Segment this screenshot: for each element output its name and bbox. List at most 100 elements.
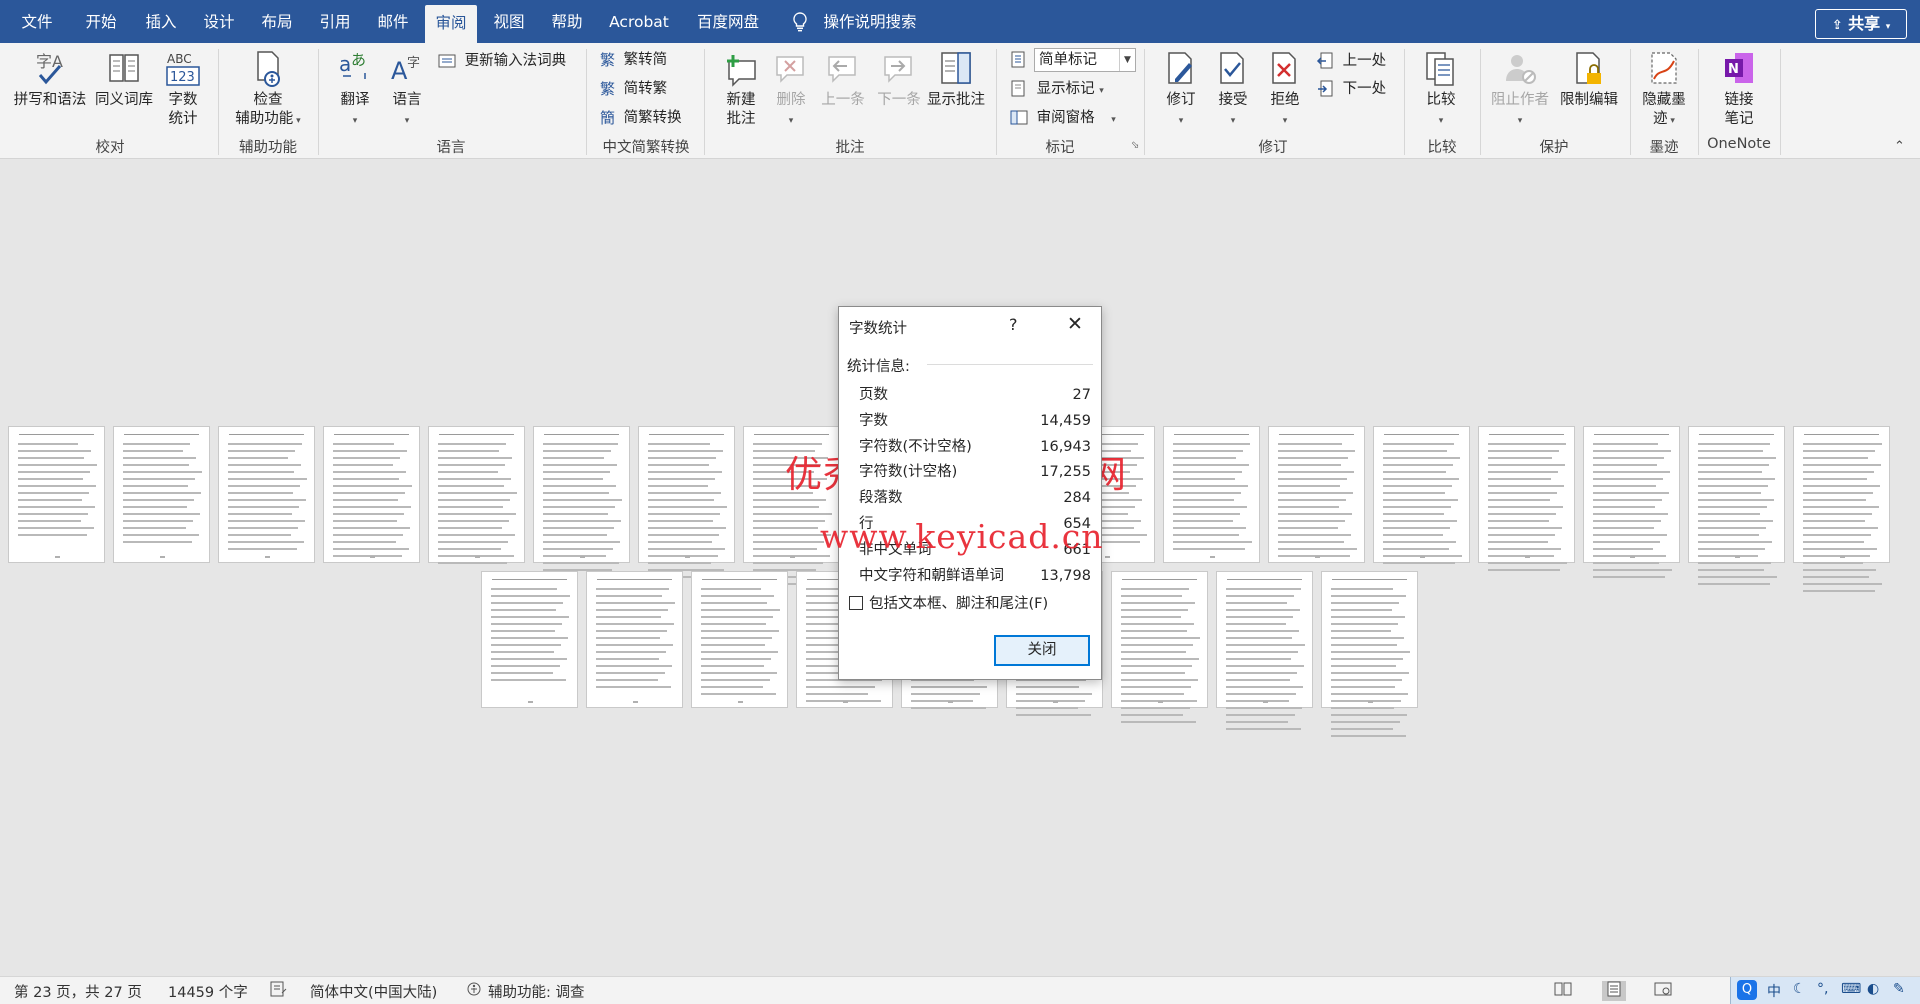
- chinese-conversion-button[interactable]: 簡 简繁转换: [600, 106, 682, 130]
- markup-view-select[interactable]: 简单标记 ▼: [1034, 48, 1136, 72]
- page-thumbnail[interactable]: [8, 426, 105, 563]
- page-thumbnail[interactable]: [1111, 571, 1208, 723]
- review-pane-button[interactable]: 审阅窗格 ▾: [1010, 106, 1116, 130]
- dialog-launcher-icon[interactable]: ⬂: [1131, 140, 1139, 151]
- text-line: [1278, 541, 1344, 543]
- page-thumbnail[interactable]: [638, 426, 735, 578]
- text-line: [543, 513, 608, 515]
- punctuation-icon[interactable]: °,: [1817, 981, 1828, 997]
- group-label-onenote: OneNote: [1707, 136, 1771, 152]
- tab-1[interactable]: 开始: [82, 0, 120, 43]
- page-thumbnail[interactable]: [533, 426, 630, 571]
- checkbox[interactable]: [849, 596, 863, 610]
- update-ime-dictionary-button[interactable]: 更新输入法词典: [438, 49, 566, 73]
- linked-notes-button[interactable]: N 链接 笔记: [1710, 49, 1768, 129]
- accessibility-status[interactable]: 辅助功能: 调查: [488, 981, 585, 1002]
- simplified-to-traditional-button[interactable]: 繁 简转繁: [600, 77, 667, 101]
- tab-10[interactable]: Acrobat: [607, 0, 671, 43]
- page-thumbnail[interactable]: [1688, 426, 1785, 585]
- check-accessibility-button[interactable]: 检查 辅助功能 ▾: [226, 49, 310, 131]
- tab-3[interactable]: 设计: [200, 0, 238, 43]
- tab-5[interactable]: 引用: [316, 0, 354, 43]
- restrict-editing-button[interactable]: 限制编辑: [1554, 49, 1624, 110]
- help-icon[interactable]: ?: [1009, 315, 1018, 334]
- share-button[interactable]: ⇪ 共享 ▾: [1815, 9, 1907, 39]
- page-thumbnail[interactable]: [586, 571, 683, 708]
- new-comment-button[interactable]: 新建 批注: [716, 49, 766, 129]
- previous-comment-button[interactable]: 上一条: [816, 49, 870, 110]
- language-indicator[interactable]: 简体中文(中国大陆): [310, 981, 437, 1002]
- page-thumbnail[interactable]: [1583, 426, 1680, 578]
- tab-6[interactable]: 邮件: [374, 0, 412, 43]
- show-markup-button[interactable]: 显示标记 ▾: [1010, 77, 1104, 101]
- spelling-grammar-button[interactable]: 字A 拼写和语法: [10, 49, 90, 110]
- word-count-indicator[interactable]: 14459 个字: [168, 981, 248, 1002]
- text-line: [1488, 569, 1560, 571]
- hide-ink-button[interactable]: 隐藏墨 迹 ▾: [1636, 49, 1692, 131]
- text-line: [1121, 679, 1198, 681]
- settings-icon[interactable]: ✎: [1893, 981, 1905, 997]
- read-mode-icon[interactable]: [1554, 981, 1572, 1001]
- block-authors-button[interactable]: 阻止作者 ▾: [1486, 49, 1554, 131]
- print-layout-icon[interactable]: [1602, 981, 1626, 1001]
- next-comment-button[interactable]: 下一条: [872, 49, 926, 110]
- web-layout-icon[interactable]: [1654, 981, 1672, 1001]
- page-thumbnail[interactable]: [218, 426, 315, 563]
- reject-button[interactable]: 拒绝 ▾: [1260, 49, 1310, 131]
- previous-change-button[interactable]: 上一处: [1316, 49, 1386, 73]
- text-line: [1121, 588, 1189, 590]
- accept-button[interactable]: 接受 ▾: [1208, 49, 1258, 131]
- tab-9[interactable]: 帮助: [548, 0, 586, 43]
- page-thumbnail[interactable]: [1478, 426, 1575, 571]
- collapse-ribbon-icon[interactable]: ⌃: [1894, 139, 1905, 154]
- traditional-to-simplified-button[interactable]: 繁 繁转简: [600, 48, 667, 72]
- fullwidth-icon[interactable]: ◐: [1867, 981, 1879, 997]
- page-thumbnail[interactable]: [1163, 426, 1260, 563]
- page-thumbnail[interactable]: [1268, 426, 1365, 563]
- ime-toolbar[interactable]: Q 中 ☾ °, ⌨ ◐ ✎: [1730, 977, 1920, 1004]
- ime-language[interactable]: 中: [1767, 981, 1781, 1001]
- page-thumbnail[interactable]: [1373, 426, 1470, 564]
- translate-button[interactable]: a あ 翻译 ▾: [330, 49, 380, 131]
- include-textboxes-checkbox[interactable]: 包括文本框、脚注和尾注(F): [849, 595, 1048, 613]
- proofing-status-icon[interactable]: [270, 981, 288, 1001]
- keyboard-icon[interactable]: ⌨: [1841, 981, 1861, 997]
- page-thumbnail[interactable]: [1321, 571, 1418, 737]
- moon-icon[interactable]: ☾: [1793, 981, 1806, 997]
- next-change-button[interactable]: 下一处: [1316, 77, 1386, 101]
- text-line: [491, 595, 570, 597]
- text-line: [333, 485, 412, 487]
- page-thumbnail[interactable]: [691, 571, 788, 708]
- text-line: [1698, 485, 1768, 487]
- page-indicator[interactable]: 第 23 页，共 27 页: [14, 981, 142, 1002]
- page-thumbnail[interactable]: [113, 426, 210, 563]
- group-label-accessibility: 辅助功能: [239, 140, 297, 156]
- tab-11[interactable]: 百度网盘: [693, 0, 763, 43]
- thesaurus-button[interactable]: 同义词库: [92, 49, 156, 110]
- word-count-button[interactable]: ABC 123 字数 统计: [158, 49, 208, 129]
- text-line: [543, 548, 613, 550]
- text-line: [1803, 576, 1869, 578]
- page-thumbnail[interactable]: [481, 571, 578, 708]
- page-header-rule: [19, 434, 94, 435]
- text-line: [806, 686, 875, 688]
- close-button[interactable]: 关闭: [994, 635, 1090, 666]
- track-changes-button[interactable]: 修订 ▾: [1156, 49, 1206, 131]
- page-thumbnail[interactable]: [1216, 571, 1313, 730]
- compare-button[interactable]: 比较 ▾: [1416, 49, 1466, 131]
- tab-2[interactable]: 插入: [142, 0, 180, 43]
- tab-8[interactable]: 视图: [490, 0, 528, 43]
- accessibility-icon[interactable]: [466, 981, 484, 1001]
- page-thumbnail[interactable]: [428, 426, 525, 564]
- page-thumbnail[interactable]: [1793, 426, 1890, 592]
- text-line: [1121, 686, 1191, 688]
- close-icon[interactable]: ✕: [1062, 313, 1088, 335]
- language-button[interactable]: A 字 语言 ▾: [382, 49, 432, 131]
- page-thumbnail[interactable]: [323, 426, 420, 563]
- show-comments-button[interactable]: 显示批注: [926, 49, 986, 110]
- tab-0[interactable]: 文件: [18, 0, 56, 43]
- tab-4[interactable]: 布局: [258, 0, 296, 43]
- tab-7[interactable]: 审阅: [425, 5, 477, 43]
- delete-comment-button[interactable]: 删除 ▾: [768, 49, 814, 131]
- tab-12[interactable]: 操作说明搜索: [820, 0, 920, 43]
